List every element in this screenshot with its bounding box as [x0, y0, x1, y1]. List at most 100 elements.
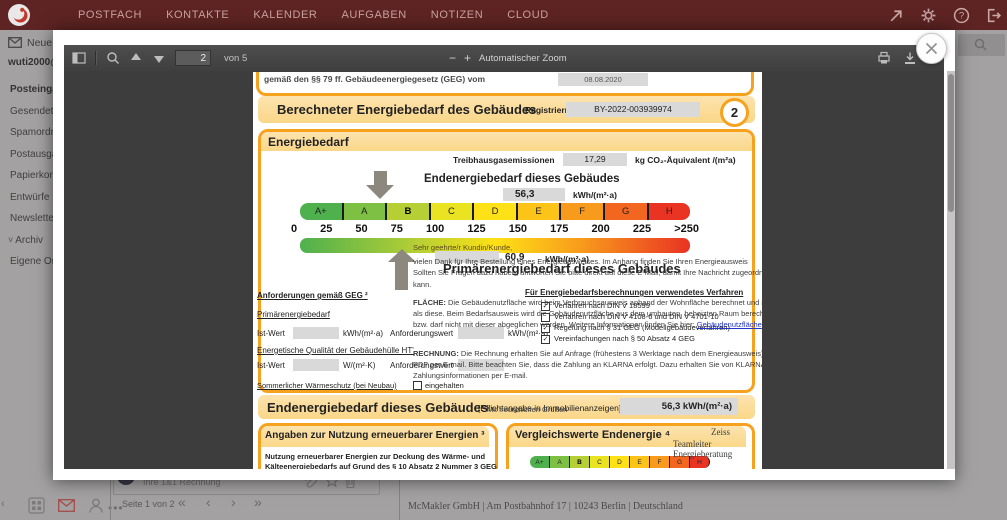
scale-segment: B: [387, 203, 431, 220]
scale-segment: A+: [300, 203, 344, 220]
folder-label: Papierkorb: [10, 170, 58, 181]
intro-line: gemäß den §§ 79 ff. Gebäudeenergiegesetz…: [264, 74, 485, 84]
scale-tick: 175: [550, 223, 568, 235]
renewables-line2: Kälteenergiebedarfs auf Grund des § 10 A…: [265, 462, 497, 469]
nav-item[interactable]: KALENDER: [253, 9, 317, 21]
scale-tick: 200: [591, 223, 609, 235]
end-energy-band-value: 56,3 kWh/(m²·a): [620, 398, 738, 415]
compare-scale-segment: C: [590, 456, 610, 468]
toolbar-separator: [95, 51, 97, 65]
scale-tick: 0: [291, 223, 297, 235]
envelope-quality-label: Energetische Qualität der Gebäudehülle H…: [257, 346, 414, 355]
unit-kwh-1: kWh/(m²·a): [343, 329, 383, 338]
ghg-label: Treibhausgasemissionen: [453, 155, 555, 165]
zoom-out-button[interactable]: −: [449, 45, 456, 71]
compare-scale-segment: A: [550, 456, 570, 468]
letter-greeting: Sehr geehrte/r Kundin/Kunde,: [413, 243, 512, 252]
zoom-in-button[interactable]: +: [464, 45, 471, 71]
find-in-document-icon[interactable]: [106, 51, 120, 65]
scale-tick: 125: [467, 223, 485, 235]
energiebedarf-title: Energiebedarf: [268, 135, 349, 149]
intro-date-field: 08.08.2020: [558, 73, 648, 86]
scale-tick: 225: [633, 223, 651, 235]
letter-signature-name: Zeiss: [711, 427, 730, 437]
checkbox-icon: ✓: [541, 335, 550, 344]
nav-item[interactable]: KONTAKTE: [166, 9, 229, 21]
end-demand-arrow-head: [366, 185, 394, 199]
end-energy-band-title: Endenergiebedarf dieses Gebäudes: [267, 400, 488, 415]
summer-protection-check-label: eingehalten: [425, 381, 464, 390]
close-modal-button[interactable]: [916, 33, 947, 64]
scale-tick: 50: [355, 223, 367, 235]
ghg-unit: kg CO₂-Äquivalent /(m²a): [635, 155, 736, 165]
print-icon[interactable]: [877, 51, 891, 65]
unit-w-1: W/(m²·K): [343, 361, 375, 370]
nav-item[interactable]: POSTFACH: [78, 9, 142, 21]
scale-tick: >250: [674, 223, 699, 235]
letter-line: vielen Dank für Ihre Bestellung eines En…: [413, 257, 748, 266]
method-item-label: Vereinfachungen nach § 50 Absatz 4 GEG: [554, 334, 695, 343]
folder-label: Entwürfe: [10, 192, 49, 203]
envelope-icon: [8, 37, 22, 48]
pdf-scrollbar-track[interactable]: [947, 71, 955, 469]
compare-scale-segment: E: [630, 456, 650, 468]
folder-label: Newsletter: [10, 213, 57, 224]
svg-text:?: ?: [959, 11, 964, 22]
vodafone-logo-icon[interactable]: [7, 3, 31, 27]
scale-tick: 75: [391, 223, 403, 235]
end-demand-value: 56,3: [515, 189, 534, 200]
logout-icon[interactable]: [985, 7, 1002, 24]
page-down-icon[interactable]: [152, 51, 166, 65]
certificate-page-badge: 2: [720, 98, 749, 127]
compare-scale-segment: A+: [530, 456, 550, 468]
toggle-sidebar-icon[interactable]: [72, 51, 86, 65]
primary-demand-label: Primärenergiebedarf: [257, 310, 330, 319]
apps-grid-icon[interactable]: [28, 497, 45, 514]
nav-item[interactable]: CLOUD: [507, 9, 549, 21]
contacts-tab-icon[interactable]: [88, 497, 104, 514]
renewables-title: Angaben zur Nutzung erneuerbarer Energie…: [265, 430, 484, 441]
scale-tick: 100: [426, 223, 444, 235]
method-heading: Für Energiebedarfsberechnungen verwendet…: [525, 288, 743, 297]
page-prev-button[interactable]: ‹: [206, 494, 211, 510]
letter-closing: Mit freundlichen Grüßen: [487, 405, 567, 414]
pdf-scrollbar-thumb[interactable]: [948, 74, 954, 212]
search-input[interactable]: [958, 34, 1005, 56]
collapse-sidebar-icon[interactable]: ‹: [1, 498, 5, 510]
anforderungswert-label-1: Anforderungswert: [390, 329, 453, 338]
pagination-label: Seite 1 von 2: [122, 499, 175, 509]
application-window: POSTFACH KONTAKTE KALENDER AUFGABEN NOTIZEN C…: [0, 0, 1007, 520]
registration-value-field: BY-2022-003939974: [566, 102, 700, 117]
gear-icon[interactable]: [920, 7, 937, 24]
email-footer-address: McMakler GmbH | Am Postbahnhof 17 | 1024…: [408, 501, 683, 512]
pdf-page: gemäß den §§ 79 ff. Gebäudeenergiegesetz…: [253, 72, 762, 469]
compare-scale-segment: D: [610, 456, 630, 468]
help-icon[interactable]: ?: [953, 7, 970, 24]
page-up-icon[interactable]: [129, 51, 143, 65]
folder-label: Archiv: [15, 235, 43, 246]
page-next-button[interactable]: ›: [231, 494, 236, 510]
mail-tab-icon[interactable]: [58, 499, 75, 512]
ist-wert-label-2: Ist-Wert: [257, 361, 285, 370]
download-icon[interactable]: [903, 51, 917, 65]
primary-demand-arrow-head: [388, 249, 416, 262]
end-demand-arrow-icon: [374, 171, 387, 186]
gebaeudenutzflaeche-link[interactable]: Gebäudenutzfläche: [697, 320, 762, 329]
letter-line: PDF per E-mail. Bitte beachten Sie, dass…: [413, 360, 762, 369]
page-last-button[interactable]: »: [254, 494, 262, 510]
method-item: ✓ Vereinfachungen nach § 50 Absatz 4 GEG: [541, 334, 751, 345]
nav-item[interactable]: NOTIZEN: [431, 9, 483, 21]
chevron-down-icon: ˅: [8, 235, 13, 245]
pdf-viewer-canvas: gemäß den §§ 79 ff. Gebäudeenergiegesetz…: [64, 71, 944, 469]
scale-segment: F: [561, 203, 605, 220]
close-icon: [917, 34, 946, 63]
letter-line: Zahlungsinformationen per E-mail.: [413, 371, 528, 380]
scale-tick: 150: [509, 223, 527, 235]
zoom-select[interactable]: Automatischer Zoom: [479, 53, 567, 64]
nav-item[interactable]: AUFGABEN: [341, 9, 406, 21]
scale-tick-labels: 0255075100125150175200225>250: [291, 223, 699, 235]
compare-scale-segment: B: [570, 456, 590, 468]
open-in-new-icon[interactable]: [888, 7, 905, 24]
page-first-button[interactable]: «: [178, 494, 186, 510]
page-number-input[interactable]: [175, 50, 211, 66]
